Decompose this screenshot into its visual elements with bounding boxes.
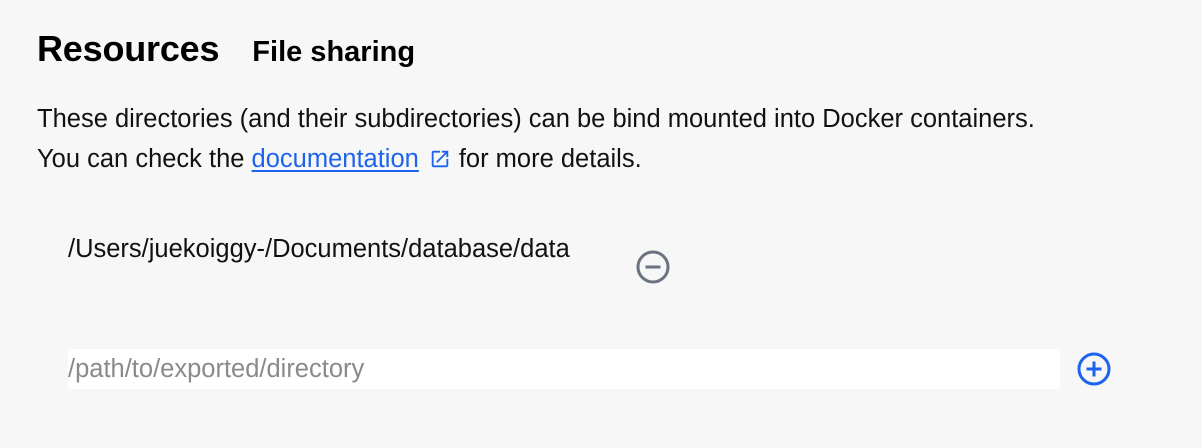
external-link-icon[interactable] xyxy=(429,148,451,170)
add-path-row xyxy=(68,349,1112,389)
documentation-link[interactable]: documentation xyxy=(252,145,419,173)
page-title: Resources xyxy=(37,28,220,69)
page-header: Resources File sharing xyxy=(37,28,415,70)
plus-circle-icon[interactable] xyxy=(1076,351,1112,387)
new-path-input[interactable] xyxy=(68,349,1060,389)
minus-circle-icon[interactable] xyxy=(635,249,671,285)
shared-path-row: /Users/juekoiggy-/Documents/database/dat… xyxy=(68,229,670,284)
description-after-link: for more details. xyxy=(458,145,642,173)
shared-path-text: /Users/juekoiggy-/Documents/database/dat… xyxy=(68,235,570,263)
description-text: These directories (and their subdirector… xyxy=(37,99,1077,179)
file-sharing-panel: Resources File sharing These directories… xyxy=(0,0,1202,448)
section-title: File sharing xyxy=(252,36,416,68)
